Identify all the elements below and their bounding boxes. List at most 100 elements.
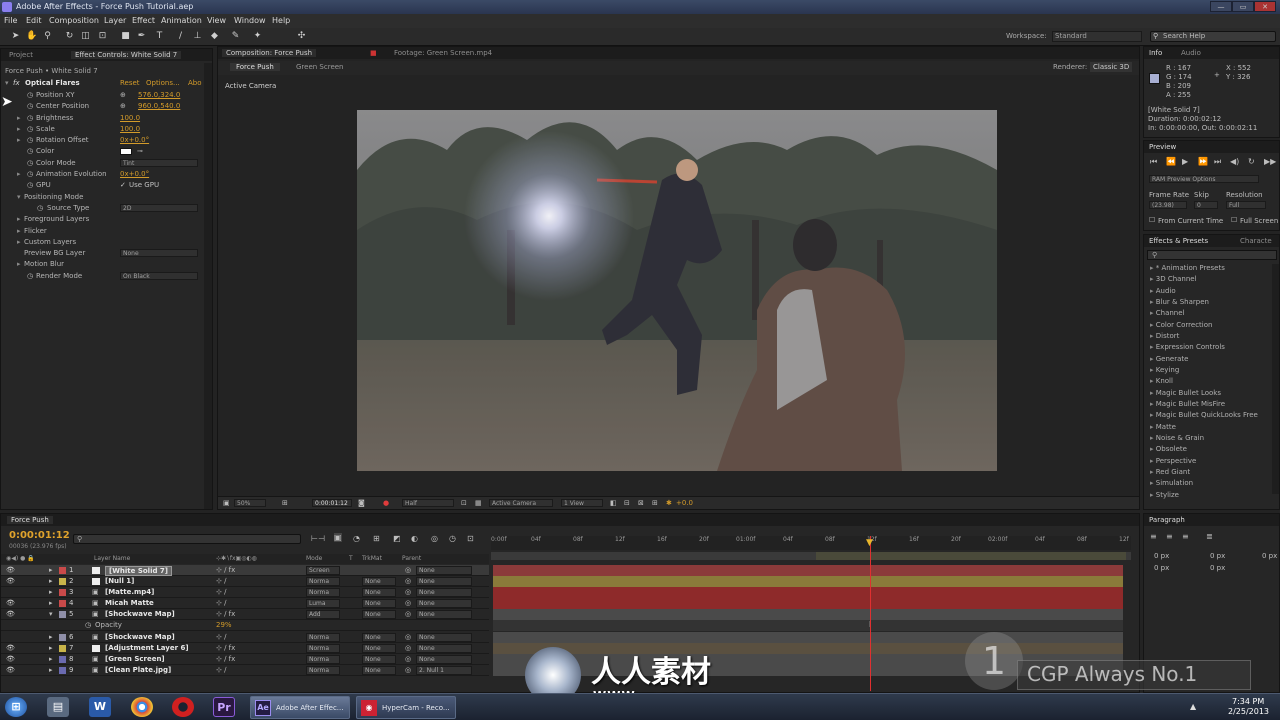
effects-search-input[interactable]: ⚲ [1147, 250, 1277, 260]
draft-3d-icon[interactable]: ▣ [334, 533, 342, 542]
effect-category[interactable]: ▸ Expression Controls [1150, 343, 1225, 351]
effect-category[interactable]: ▸ Distort [1150, 332, 1179, 340]
switches-icon[interactable]: ⊹ ∕ fx [216, 610, 235, 618]
menu-animation[interactable]: Animation [161, 16, 202, 25]
next-frame-icon[interactable]: ⏩ [1198, 157, 1208, 166]
snapshot-icon[interactable]: ◙ [358, 499, 365, 507]
menu-layer[interactable]: Layer [104, 16, 126, 25]
stopwatch-icon[interactable]: ◷ [27, 91, 33, 99]
fx-icon[interactable]: fx [13, 79, 20, 87]
expand-triangle-icon[interactable]: ▸ [49, 577, 53, 585]
opacity-track[interactable] [493, 620, 1123, 631]
expand-triangle-icon[interactable]: ▸ [49, 588, 53, 596]
tab-paragraph[interactable]: Paragraph [1149, 516, 1185, 524]
expand-triangle-icon[interactable]: ▸ [17, 227, 21, 235]
motion-blur-icon[interactable]: ◩ [393, 534, 401, 543]
prop-value[interactable]: 960.0,540.0 [138, 102, 180, 110]
rotate-tool-icon[interactable]: ↻ [64, 31, 75, 42]
space-before-value[interactable]: 0 px [1154, 564, 1169, 572]
hand-tool-icon[interactable]: ✋ [26, 31, 37, 42]
ram-preview-options-select[interactable]: RAM Preview Options [1149, 175, 1259, 183]
camera-select[interactable]: Active Camera [489, 499, 553, 507]
zoom-select[interactable]: 50% [234, 499, 266, 507]
pickwhip-icon[interactable]: ◎ [405, 566, 411, 574]
color-channel-icon[interactable]: ● [383, 499, 389, 507]
renderer-value[interactable]: Classic 3D [1090, 62, 1133, 72]
label-color[interactable] [59, 578, 66, 585]
work-area-range[interactable] [816, 552, 1126, 560]
mode-select[interactable]: Add [306, 610, 340, 619]
layer-bar[interactable] [493, 587, 1123, 598]
mode-select[interactable]: Norma [306, 633, 340, 642]
effect-category[interactable]: ▸ Generate [1150, 355, 1188, 363]
render-mode-select[interactable]: On Black [120, 272, 198, 280]
stopwatch-icon[interactable]: ◷ [37, 204, 43, 212]
mode-select[interactable]: Norma [306, 588, 340, 597]
scrollbar[interactable] [1272, 264, 1279, 494]
eye-icon[interactable]: 👁 [6, 610, 15, 618]
parent-select[interactable]: None [416, 633, 472, 642]
stopwatch-icon[interactable]: ◷ [27, 170, 33, 178]
effect-category[interactable]: ▸ * Animation Presets [1150, 264, 1225, 272]
effect-category[interactable]: ▸ Channel [1150, 309, 1185, 317]
about-link[interactable]: Abo [188, 79, 202, 87]
menu-help[interactable]: Help [272, 16, 290, 25]
tab-composition[interactable]: Composition: Force Push [222, 49, 317, 57]
layer-bar[interactable] [493, 598, 1123, 609]
reset-link[interactable]: Reset [120, 79, 140, 87]
effect-category[interactable]: ▸ Stylize [1150, 491, 1179, 499]
loop-icon[interactable]: ↻ [1248, 157, 1255, 166]
menu-effect[interactable]: Effect [132, 16, 155, 25]
current-time[interactable]: 0:00:01:12 [312, 499, 352, 507]
effect-category[interactable]: ▸ Keying [1150, 366, 1179, 374]
layer-name[interactable]: [Clean Plate.jpg] [105, 666, 171, 674]
color-swatch[interactable] [120, 148, 132, 155]
stopwatch-icon[interactable]: ◷ [27, 272, 33, 280]
effect-category[interactable]: ▸ Knoll [1150, 377, 1173, 385]
effect-category[interactable]: ▸ Magic Bullet QuickLooks Free [1150, 411, 1258, 419]
switches-icon[interactable]: ⊹ ∕ [216, 588, 226, 596]
stopwatch-icon[interactable]: ◷ [27, 102, 33, 110]
zoom-tool-icon[interactable]: ⚲ [42, 31, 53, 42]
chrome-icon[interactable] [131, 697, 153, 717]
indent-left-value[interactable]: 0 px [1154, 552, 1169, 560]
stopwatch-icon[interactable]: ◷ [27, 136, 33, 144]
effect-category[interactable]: ▸ 3D Channel [1150, 275, 1197, 283]
parent-select[interactable]: None [416, 588, 472, 597]
indent-right-value[interactable]: 0 px [1262, 552, 1277, 560]
lock-icon[interactable]: ■ [370, 49, 377, 57]
label-color[interactable] [59, 634, 66, 641]
play-icon[interactable]: ▶ [1182, 157, 1188, 166]
timeline-icon[interactable]: ⊠ [638, 499, 644, 507]
effect-category[interactable]: ▸ Noise & Grain [1150, 434, 1204, 442]
parent-select[interactable]: 2. Null 1 [416, 666, 472, 675]
taskbar-hypercam-button[interactable]: ◉ HyperCam - Reco... [356, 696, 456, 719]
clock-time[interactable]: 7:34 PM [1232, 697, 1264, 706]
prop-value[interactable]: 0x+0.0° [120, 136, 149, 144]
pickwhip-icon[interactable]: ◎ [405, 644, 411, 652]
eye-icon[interactable]: 👁 [6, 577, 15, 585]
tab-audio[interactable]: Audio [1181, 49, 1201, 57]
effect-category[interactable]: ▸ Magic Bullet Looks [1150, 389, 1221, 397]
eye-icon[interactable]: 👁 [6, 644, 15, 652]
trkmat-select[interactable]: None [362, 633, 396, 642]
layer-row[interactable]: 👁 ▸ 9 ▣ [Clean Plate.jpg] ⊹ ∕ Norma None… [1, 665, 489, 676]
label-color[interactable] [59, 667, 66, 674]
pickwhip-icon[interactable]: ◎ [405, 588, 411, 596]
work-area-bar[interactable] [491, 552, 1131, 560]
color-mode-select[interactable]: Tint [120, 159, 198, 167]
layer-name[interactable]: [White Solid 7] [105, 566, 173, 576]
stopwatch-icon[interactable]: ◷ [27, 147, 33, 155]
file-explorer-icon[interactable]: ▤ [47, 697, 69, 717]
effect-category[interactable]: ▸ Red Giant [1150, 468, 1190, 476]
opera-icon[interactable] [172, 697, 194, 717]
expand-triangle-icon[interactable]: ▾ [5, 79, 9, 87]
transparency-grid-icon[interactable]: ▦ [475, 499, 482, 507]
prop-value[interactable]: 100.0 [120, 125, 140, 133]
comp-flow-icon[interactable]: ⊢⊣ [311, 534, 325, 543]
expand-triangle-icon[interactable]: ▸ [49, 566, 53, 574]
composition-viewer[interactable] [357, 110, 997, 471]
layer-row[interactable]: ▸ 3 ▣ [Matte.mp4] ⊹ ∕ Norma None ◎ None [1, 587, 489, 598]
exposure-icon[interactable]: ✱ [666, 499, 672, 507]
eye-icon[interactable]: 👁 [6, 566, 15, 574]
